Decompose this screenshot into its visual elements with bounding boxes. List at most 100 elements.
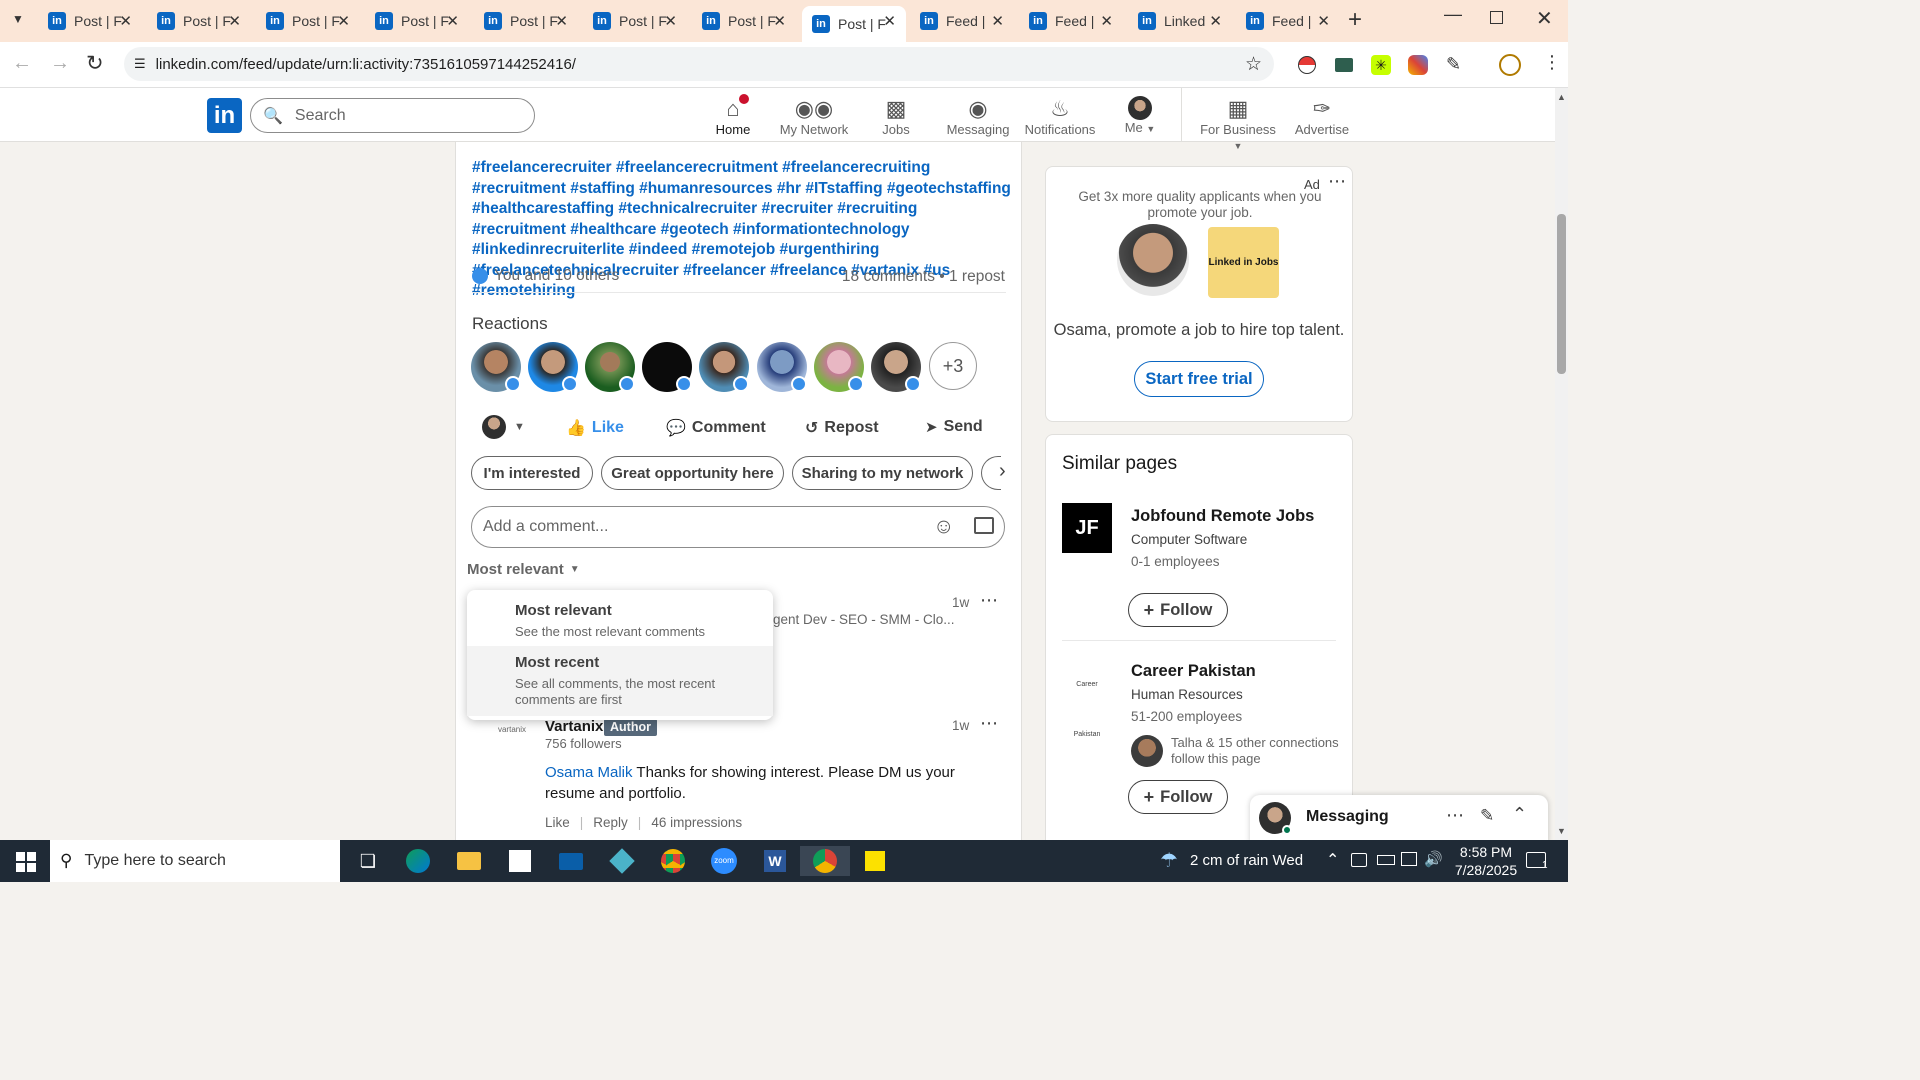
post-counts[interactable]: 18 comments • 1 repost: [842, 268, 1005, 286]
profile-icon[interactable]: [1499, 54, 1521, 76]
suggestion-pill[interactable]: Great opportunity here: [601, 456, 784, 490]
emoji-icon[interactable]: ☺: [933, 515, 954, 539]
comment-options-icon[interactable]: ⋯: [980, 713, 998, 734]
nav-item-for-business[interactable]: ▦ For Business ▼: [1195, 94, 1281, 151]
nav-item-messaging[interactable]: ◉ Messaging: [938, 94, 1018, 140]
battery-icon[interactable]: [1377, 855, 1395, 865]
page-logo-career-pakistan[interactable]: Career Pakistan: [1062, 660, 1112, 738]
comment-author[interactable]: Vartanix: [545, 718, 603, 735]
sticky-notes-icon[interactable]: [855, 846, 895, 876]
browser-menu-icon[interactable]: ⋮: [1543, 52, 1561, 73]
close-tab-icon[interactable]: ✕: [1209, 12, 1222, 30]
browser-tab[interactable]: in Feed | ✕: [1236, 6, 1340, 36]
chrome-icon[interactable]: [653, 846, 693, 876]
clock-date[interactable]: 7/28/2025: [1451, 862, 1521, 878]
close-tab-icon[interactable]: ✕: [664, 12, 677, 30]
browser-tab[interactable]: in Post | F ✕: [583, 6, 687, 36]
page-name[interactable]: Career Pakistan: [1131, 662, 1256, 681]
start-windows-icon[interactable]: [16, 852, 36, 872]
mail-icon[interactable]: [551, 846, 591, 876]
send-button[interactable]: ➤ Send: [925, 418, 983, 436]
clock-time[interactable]: 8:58 PM: [1451, 844, 1521, 860]
browser-tab[interactable]: in Post | F ✕: [365, 6, 469, 36]
follow-button[interactable]: + Follow: [1128, 780, 1228, 814]
weather-text[interactable]: 2 cm of rain Wed: [1190, 852, 1303, 869]
extensions-puzzle-icon[interactable]: ✎: [1446, 54, 1461, 75]
page-name[interactable]: Jobfound Remote Jobs: [1131, 507, 1314, 526]
restore-button[interactable]: [1490, 11, 1503, 24]
minimize-button[interactable]: —: [1444, 4, 1462, 25]
app-diamond-icon[interactable]: [602, 846, 642, 876]
scroll-up-arrow[interactable]: ▲: [1557, 92, 1566, 102]
browser-tab[interactable]: in Post | F ✕: [256, 6, 360, 36]
actor-switcher[interactable]: ▼: [482, 415, 525, 439]
browser-tab[interactable]: in Linked ✕: [1128, 6, 1232, 36]
close-tab-icon[interactable]: ✕: [119, 12, 132, 30]
extension-star-icon[interactable]: ✳: [1371, 55, 1391, 75]
close-tab-icon[interactable]: ✕: [1100, 12, 1113, 30]
bookmark-star-icon[interactable]: ☆: [1245, 53, 1262, 76]
extension-screen-icon[interactable]: [1335, 58, 1353, 72]
page-logo-jf[interactable]: JF: [1062, 503, 1112, 553]
address-bar[interactable]: ☰ linkedin.com/feed/update/urn:li:activi…: [124, 47, 1274, 81]
scroll-thumb[interactable]: [1557, 214, 1566, 374]
site-settings-icon[interactable]: ☰: [134, 56, 146, 72]
comment-options-icon[interactable]: ⋯: [980, 590, 998, 611]
suggestion-pill[interactable]: I'm interested: [471, 456, 593, 490]
comment-sort-button[interactable]: Most relevant ▼: [467, 561, 580, 578]
close-tab-icon[interactable]: ✕: [883, 12, 896, 30]
close-window-button[interactable]: ✕: [1536, 6, 1553, 31]
network-icon[interactable]: [1401, 852, 1417, 866]
back-button[interactable]: ←: [12, 52, 32, 75]
browser-tab[interactable]: in Post | F ✕: [474, 6, 578, 36]
close-tab-icon[interactable]: ✕: [228, 12, 241, 30]
volume-icon[interactable]: 🔊: [1424, 850, 1443, 868]
nav-item-advertise[interactable]: ✑ Advertise: [1279, 94, 1365, 140]
messaging-options-icon[interactable]: ⋯: [1446, 805, 1464, 826]
tab-search-chevron-icon[interactable]: ▼: [12, 12, 24, 26]
browser-tab[interactable]: in Post | F ✕: [692, 6, 796, 36]
more-reactors-button[interactable]: +3: [929, 342, 977, 390]
linkedin-logo-icon[interactable]: in: [207, 98, 242, 133]
edge-browser-icon[interactable]: [398, 846, 438, 876]
comment-like-button[interactable]: Like: [545, 815, 570, 830]
scroll-down-arrow[interactable]: ▼: [1557, 826, 1566, 836]
follow-button[interactable]: + Follow: [1128, 593, 1228, 627]
weather-icon[interactable]: ☂: [1160, 848, 1178, 873]
close-tab-icon[interactable]: ✕: [1317, 12, 1330, 30]
reactions-summary[interactable]: You and 10 others: [472, 267, 619, 285]
show-hidden-icons[interactable]: ⌃: [1326, 850, 1339, 870]
close-tab-icon[interactable]: ✕: [446, 12, 459, 30]
search-box[interactable]: 🔍 Search: [250, 98, 535, 133]
browser-tab[interactable]: in Post | F ✕: [38, 6, 142, 36]
image-icon[interactable]: [974, 517, 994, 534]
chevron-up-icon[interactable]: ⌃: [1512, 804, 1527, 825]
compose-icon[interactable]: ✎: [1480, 806, 1494, 826]
meet-now-icon[interactable]: [1351, 853, 1367, 867]
browser-tab[interactable]: in Post | F ✕: [802, 6, 906, 42]
extension-colorful-icon[interactable]: [1408, 55, 1428, 75]
comment-impressions[interactable]: 46 impressions: [651, 815, 742, 830]
nav-item-jobs[interactable]: ▩ Jobs: [856, 94, 936, 140]
comment-reply-button[interactable]: Reply: [593, 815, 628, 830]
comment-mention[interactable]: Osama Malik: [545, 764, 633, 781]
comment-button[interactable]: 💬 Comment: [666, 418, 766, 438]
nav-item-notifications[interactable]: ♨ Notifications: [1020, 94, 1100, 140]
nav-item-my-network[interactable]: ◉◉ My Network: [774, 94, 854, 140]
close-tab-icon[interactable]: ✕: [555, 12, 568, 30]
zoom-icon[interactable]: zoom: [704, 846, 744, 876]
browser-tab[interactable]: in Post | F ✕: [147, 6, 251, 36]
browser-tab[interactable]: in Feed | ✕: [910, 6, 1014, 36]
suggestions-next-icon[interactable]: ›: [999, 460, 1006, 483]
comment-input[interactable]: Add a comment... ☺: [471, 506, 1005, 548]
new-tab-button[interactable]: +: [1348, 6, 1362, 34]
word-icon[interactable]: W: [755, 846, 795, 876]
start-free-trial-button[interactable]: Start free trial: [1134, 361, 1264, 397]
like-button[interactable]: 👍 Like: [566, 418, 624, 438]
reload-button[interactable]: ↻: [86, 51, 104, 76]
close-tab-icon[interactable]: ✕: [991, 12, 1004, 30]
task-view-icon[interactable]: ❏: [348, 846, 388, 876]
file-explorer-icon[interactable]: [449, 846, 489, 876]
taskbar-search-box[interactable]: ⚲ Type here to search: [50, 840, 340, 882]
extension-pokeball-icon[interactable]: [1298, 56, 1316, 74]
